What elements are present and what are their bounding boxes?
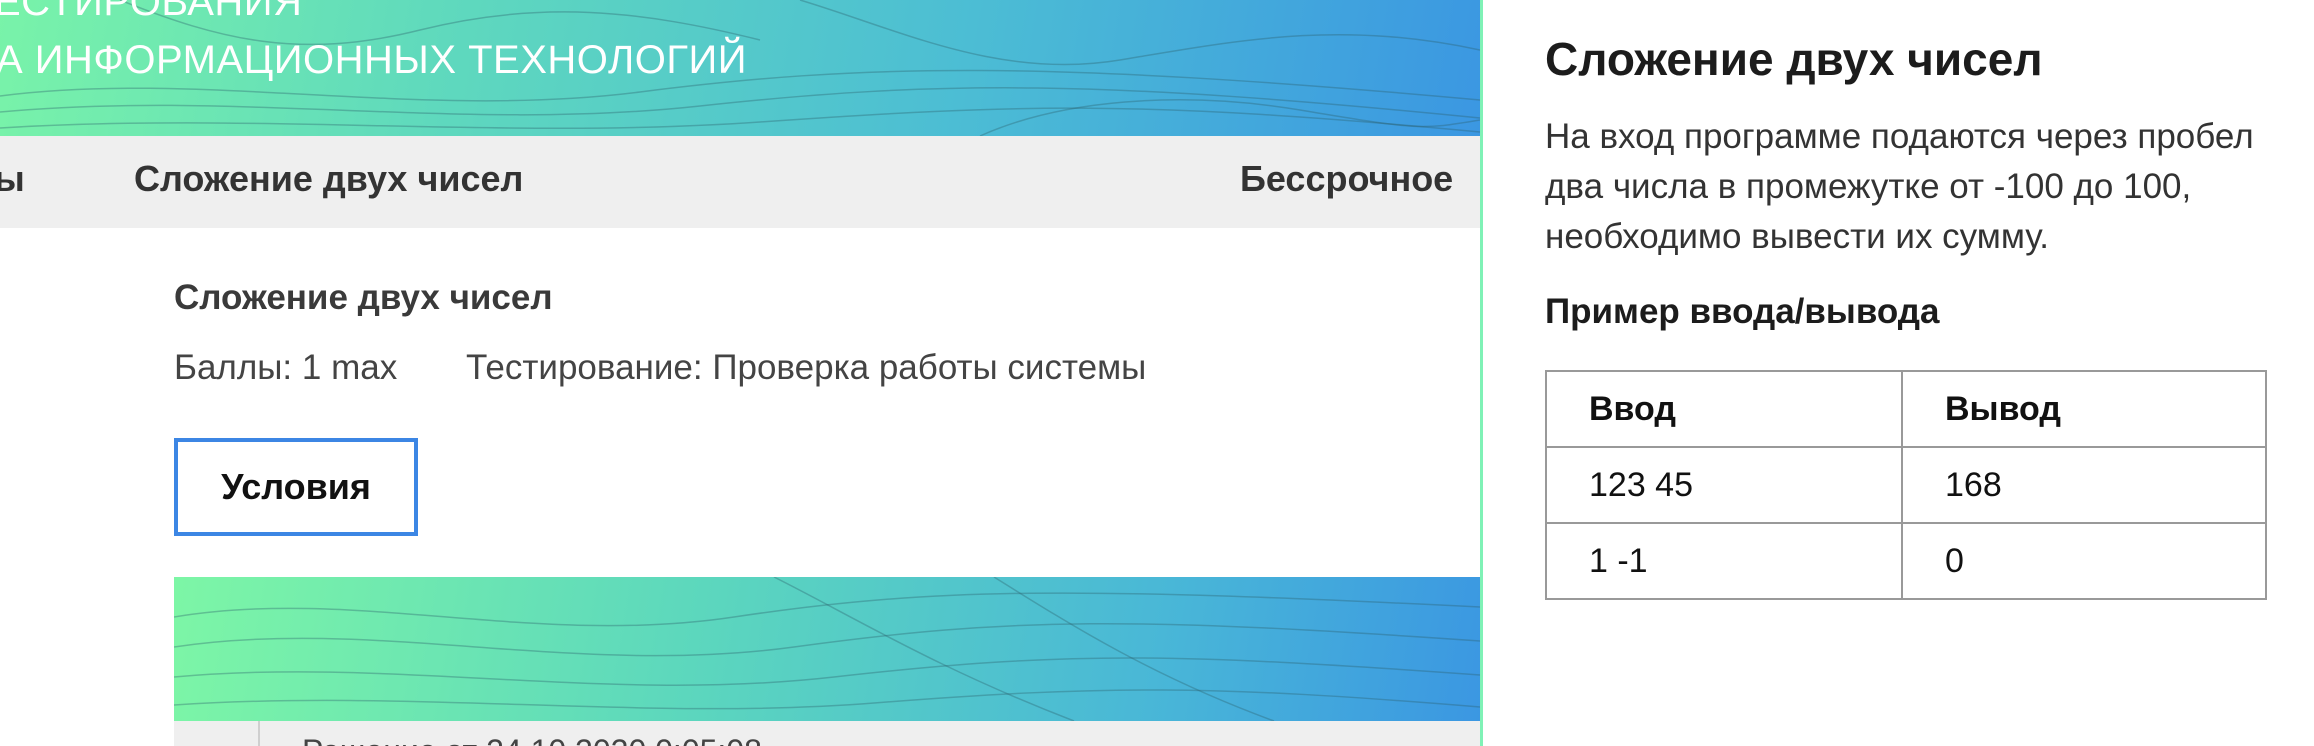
nav-item-partial[interactable]: ы [0,158,25,200]
conditions-panel: Сложение двух чисел На вход программе по… [1483,0,2314,746]
task-score: Баллы: 1 max [174,348,398,387]
table-cell-output: 168 [1901,446,2267,524]
submission-row-text: Решение от 24.10.2020 0:05:08 [302,733,762,746]
banner-title-line1: ЕСТИРОВАНИЯ [0,0,303,24]
main-page: ЕСТИРОВАНИЯ А ИНФОРМАЦИОННЫХ ТЕХНОЛОГИЙ … [0,0,1480,746]
panel-title: Сложение двух чисел [1545,33,2043,85]
row-divider [258,721,260,746]
table-cell-input: 1 -1 [1545,522,1903,600]
table-header-row: Ввод Вывод [1545,370,2267,448]
nav-item-deadline: Бессрочное [1240,158,1454,199]
column-header-output: Вывод [1901,370,2267,448]
header-banner: ЕСТИРОВАНИЯ А ИНФОРМАЦИОННЫХ ТЕХНОЛОГИЙ [0,0,1480,136]
conditions-button[interactable]: Условия [174,438,418,536]
panel-description: На вход программе подаются через пробел … [1545,117,2254,256]
io-example-table: Ввод Вывод 123 45 168 1 -1 0 [1545,370,2267,600]
task-nav-bar: ы Сложение двух чисел Бессрочное [0,136,1480,228]
table-row: 1 -1 0 [1545,522,2267,600]
submission-card-banner [174,577,1480,721]
task-testing: Тестирование: Проверка работы системы [466,348,1147,387]
table-cell-output: 0 [1901,522,2267,600]
banner-title-line2: А ИНФОРМАЦИОННЫХ ТЕХНОЛОГИЙ [0,38,747,82]
table-row: 123 45 168 [1545,446,2267,524]
submission-row[interactable]: Решение от 24.10.2020 0:05:08 [174,721,1480,746]
example-heading: Пример ввода/вывода [1545,292,1940,331]
column-header-input: Ввод [1545,370,1903,448]
table-cell-input: 123 45 [1545,446,1903,524]
task-title: Сложение двух чисел [174,278,553,317]
nav-item-task[interactable]: Сложение двух чисел [134,158,523,200]
card-contour-decoration [174,577,1480,721]
